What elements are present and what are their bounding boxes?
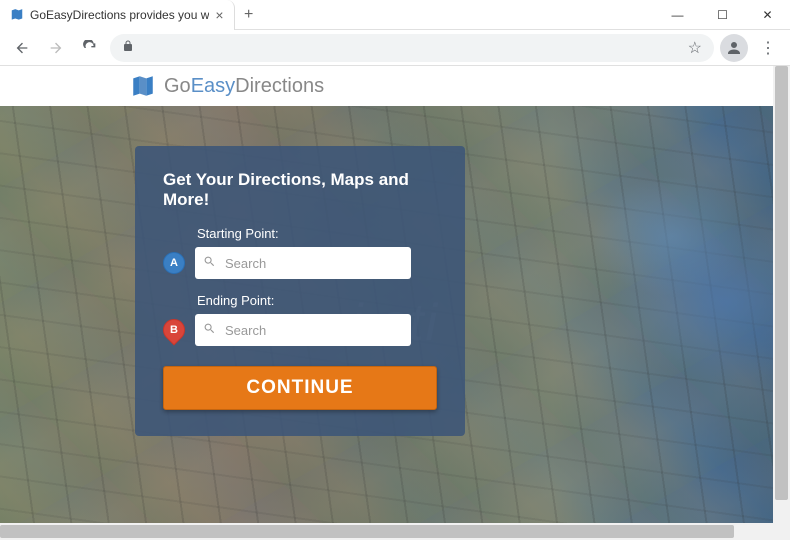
scrollbar-thumb[interactable] — [0, 525, 734, 538]
window-controls: — ☐ ✕ — [655, 0, 790, 30]
form-title: Get Your Directions, Maps and More! — [163, 170, 437, 210]
reload-button[interactable] — [76, 34, 104, 62]
logo-go: Go — [164, 75, 191, 97]
browser-tab[interactable]: GoEasyDirections provides you w × — [0, 0, 235, 30]
scrollbar-thumb[interactable] — [775, 66, 788, 500]
logo-directions: Directions — [235, 75, 324, 97]
hero-section: i.sti Get Your Directions, Maps and More… — [0, 106, 790, 540]
start-label: Starting Point: — [197, 226, 437, 241]
end-label: Ending Point: — [197, 293, 437, 308]
lock-icon — [122, 40, 134, 55]
scroll-corner — [773, 523, 790, 540]
close-tab-icon[interactable]: × — [215, 7, 223, 23]
logo-easy: Easy — [191, 75, 235, 97]
vertical-scrollbar[interactable] — [773, 66, 790, 523]
pin-a-icon: A — [163, 252, 185, 274]
tab-title: GoEasyDirections provides you w — [30, 8, 209, 22]
site-header: GoEasyDirections — [0, 66, 790, 106]
map-favicon-icon — [10, 8, 24, 22]
bookmark-star-icon[interactable]: ☆ — [688, 38, 702, 58]
page-content: GoEasyDirections i.sti Get Your Directio… — [0, 66, 790, 540]
directions-form: Get Your Directions, Maps and More! Star… — [135, 146, 465, 436]
forward-button[interactable] — [42, 34, 70, 62]
logo-text: GoEasyDirections — [164, 75, 324, 98]
window-titlebar: GoEasyDirections provides you w × + — ☐ … — [0, 0, 790, 30]
end-field-row: B — [163, 314, 437, 346]
continue-button[interactable]: CONTINUE — [163, 366, 437, 410]
start-field-row: A — [163, 247, 437, 279]
logo-map-icon — [130, 73, 156, 99]
maximize-button[interactable]: ☐ — [700, 0, 745, 30]
end-input[interactable] — [195, 314, 411, 346]
back-button[interactable] — [8, 34, 36, 62]
profile-button[interactable] — [720, 34, 748, 62]
minimize-button[interactable]: — — [655, 0, 700, 30]
pin-b-icon: B — [158, 314, 189, 345]
horizontal-scrollbar[interactable] — [0, 523, 773, 540]
start-input[interactable] — [195, 247, 411, 279]
menu-button[interactable]: ⋮ — [754, 34, 782, 62]
new-tab-button[interactable]: + — [235, 6, 263, 24]
address-bar[interactable]: ☆ — [110, 34, 714, 62]
browser-toolbar: ☆ ⋮ — [0, 30, 790, 66]
close-window-button[interactable]: ✕ — [745, 0, 790, 30]
